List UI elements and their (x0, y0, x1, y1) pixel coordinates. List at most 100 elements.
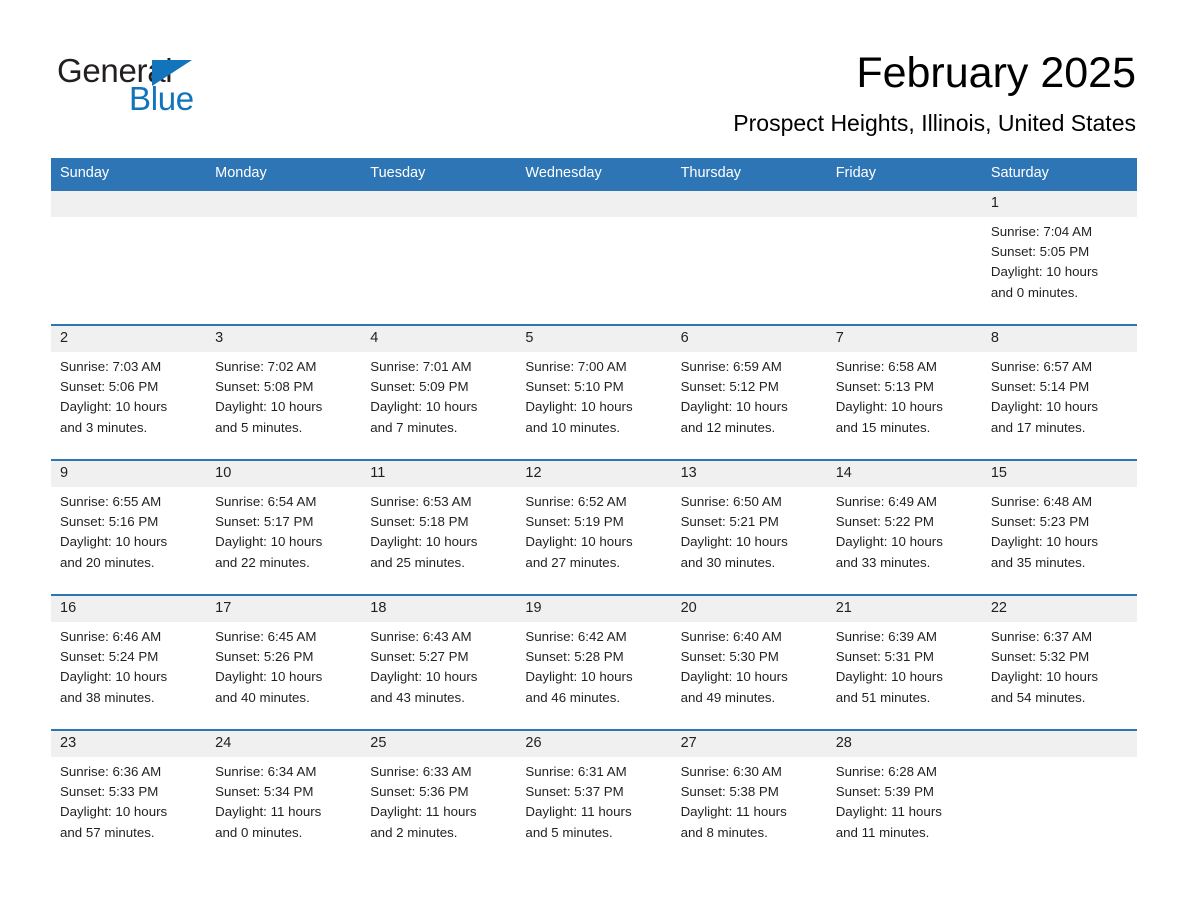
sunrise-time: Sunrise: 7:04 AM (990, 224, 1093, 239)
daylight-duration-line1: Daylight: 10 hours (680, 534, 788, 550)
calendar-day-cell[interactable]: 24 Sunrise: 6:34 AM Sunset: 5:34 PM Dayligh… (206, 729, 362, 864)
page-header: General Blue February 2025 Prospect Heig… (0, 0, 1188, 155)
day-number: 5 (516, 326, 672, 352)
day-info: Sunrise: 6:46 AM Sunset: 5:24 PM Daylight:… (51, 622, 206, 708)
calendar-day-cell[interactable]: 23 Sunrise: 6:36 AM Sunset: 5:33 PM Dayligh… (51, 729, 207, 864)
day-number: 13 (671, 461, 827, 487)
calendar-day-cell[interactable]: 14 Sunrise: 6:49 AM Sunset: 5:22 PM Dayligh… (826, 459, 982, 595)
calendar-day-cell[interactable]: 21 Sunrise: 6:39 AM Sunset: 5:31 PM Dayligh… (826, 594, 982, 730)
calendar-day-cell[interactable]: 5 Sunrise: 7:00 AM Sunset: 5:10 PM Daylight… (516, 324, 672, 460)
sunset-time: Sunset: 5:37 PM (525, 784, 624, 800)
calendar-day-cell[interactable]: 16 Sunrise: 6:46 AM Sunset: 5:24 PM Dayligh… (51, 594, 207, 730)
daylight-duration-line2: and 10 minutes. (525, 419, 621, 435)
daylight-duration-line1: Daylight: 10 hours (835, 534, 943, 550)
weekday-header-thursday: Thursday (671, 158, 827, 190)
calendar-week-row: 23 Sunrise: 6:36 AM Sunset: 5:33 PM Dayligh… (51, 729, 1137, 864)
daylight-duration-line2: and 33 minutes. (835, 554, 931, 570)
sunset-time: Sunset: 5:05 PM (990, 244, 1090, 260)
daylight-duration-line1: Daylight: 10 hours (370, 534, 478, 550)
sunset-time: Sunset: 5:39 PM (835, 784, 935, 800)
calendar-day-cell[interactable]: 8 Sunrise: 6:57 AM Sunset: 5:14 PM Daylight… (981, 324, 1137, 460)
day-number (671, 191, 827, 217)
weekday-header-row: Sunday Monday Tuesday Wednesday Thursday… (51, 158, 1137, 190)
calendar-day-cell[interactable]: 1 Sunrise: 7:04 AM Sunset: 5:05 PM Daylight… (981, 189, 1137, 325)
daylight-duration-line2: and 51 minutes. (835, 689, 931, 705)
sunrise-time: Sunrise: 6:39 AM (835, 629, 937, 644)
sunset-time: Sunset: 5:21 PM (680, 514, 779, 530)
daylight-duration-line1: Daylight: 10 hours (525, 534, 633, 550)
day-number: 27 (671, 731, 827, 757)
daylight-duration-line2: and 17 minutes. (990, 419, 1086, 435)
calendar-day-cell[interactable]: 4 Sunrise: 7:01 AM Sunset: 5:09 PM Daylight… (361, 324, 517, 460)
calendar-day-cell-empty (516, 189, 672, 325)
calendar-day-cell[interactable]: 12 Sunrise: 6:52 AM Sunset: 5:19 PM Dayligh… (516, 459, 672, 595)
day-number: 15 (981, 461, 1137, 487)
day-number: 16 (51, 596, 207, 622)
calendar-day-cell[interactable]: 2 Sunrise: 7:03 AM Sunset: 5:06 PM Daylight… (51, 324, 207, 460)
daylight-duration-line2: and 35 minutes. (990, 554, 1086, 570)
day-number: 8 (981, 326, 1137, 352)
calendar-day-cell[interactable]: 25 Sunrise: 6:33 AM Sunset: 5:36 PM Dayligh… (361, 729, 517, 864)
day-number: 3 (206, 326, 362, 352)
calendar-day-cell[interactable]: 7 Sunrise: 6:58 AM Sunset: 5:13 PM Daylight… (826, 324, 982, 460)
generalblue-logo[interactable]: General Blue (57, 52, 297, 122)
sunset-time: Sunset: 5:32 PM (990, 649, 1090, 665)
weekday-header-saturday: Saturday (981, 158, 1137, 190)
day-number: 20 (671, 596, 827, 622)
day-info: Sunrise: 7:02 AM Sunset: 5:08 PM Daylight:… (206, 352, 361, 438)
day-number (51, 191, 207, 217)
weekday-header-wednesday: Wednesday (516, 158, 672, 190)
day-number: 28 (826, 731, 982, 757)
daylight-duration-line1: Daylight: 10 hours (60, 534, 168, 550)
sunrise-time: Sunrise: 6:59 AM (680, 359, 782, 374)
daylight-duration-line1: Daylight: 10 hours (990, 534, 1099, 550)
daylight-duration-line1: Daylight: 11 hours (680, 804, 787, 820)
sunset-time: Sunset: 5:13 PM (835, 379, 935, 395)
daylight-duration-line2: and 12 minutes. (680, 419, 776, 435)
page-title: February 2025 (856, 49, 1136, 97)
calendar-day-cell[interactable]: 19 Sunrise: 6:42 AM Sunset: 5:28 PM Dayligh… (516, 594, 672, 730)
daylight-duration-line1: Daylight: 10 hours (60, 804, 168, 820)
day-number: 22 (981, 596, 1137, 622)
calendar-day-cell[interactable]: 15 Sunrise: 6:48 AM Sunset: 5:23 PM Dayligh… (981, 459, 1137, 595)
day-number: 26 (516, 731, 672, 757)
sunrise-time: Sunrise: 6:31 AM (525, 764, 627, 779)
calendar-day-cell[interactable]: 20 Sunrise: 6:40 AM Sunset: 5:30 PM Dayligh… (671, 594, 827, 730)
daylight-duration-line2: and 27 minutes. (525, 554, 621, 570)
calendar-day-cell[interactable]: 22 Sunrise: 6:37 AM Sunset: 5:32 PM Dayligh… (981, 594, 1137, 730)
calendar-day-cell[interactable]: 17 Sunrise: 6:45 AM Sunset: 5:26 PM Dayligh… (206, 594, 362, 730)
calendar-day-cell-empty (51, 189, 207, 325)
day-number: 19 (516, 596, 672, 622)
daylight-duration-line2: and 5 minutes. (525, 824, 613, 840)
daylight-duration-line2: and 0 minutes. (990, 284, 1079, 300)
day-info: Sunrise: 6:28 AM Sunset: 5:39 PM Daylight:… (827, 757, 982, 843)
logo-text-blue: Blue (129, 80, 194, 117)
day-info: Sunrise: 6:42 AM Sunset: 5:28 PM Daylight:… (516, 622, 671, 708)
day-number: 25 (361, 731, 517, 757)
location-subtitle: Prospect Heights, Illinois, United State… (733, 110, 1136, 136)
calendar-day-cell[interactable]: 28 Sunrise: 6:28 AM Sunset: 5:39 PM Dayligh… (826, 729, 982, 864)
calendar-day-cell[interactable]: 27 Sunrise: 6:30 AM Sunset: 5:38 PM Dayligh… (671, 729, 827, 864)
calendar-day-cell[interactable]: 6 Sunrise: 6:59 AM Sunset: 5:12 PM Daylight… (671, 324, 827, 460)
calendar-day-cell[interactable]: 3 Sunrise: 7:02 AM Sunset: 5:08 PM Daylight… (206, 324, 362, 460)
daylight-duration-line1: Daylight: 10 hours (60, 399, 168, 415)
day-number: 9 (51, 461, 207, 487)
day-number: 14 (826, 461, 982, 487)
daylight-duration-line2: and 22 minutes. (215, 554, 310, 570)
calendar-day-cell[interactable]: 13 Sunrise: 6:50 AM Sunset: 5:21 PM Dayligh… (671, 459, 827, 595)
calendar-body: 1 Sunrise: 7:04 AM Sunset: 5:05 PM Daylight… (51, 189, 1137, 864)
weekday-header-sunday: Sunday (51, 158, 207, 190)
daylight-duration-line1: Daylight: 10 hours (835, 669, 943, 685)
calendar-day-cell-empty (981, 729, 1137, 864)
calendar-day-cell[interactable]: 11 Sunrise: 6:53 AM Sunset: 5:18 PM Dayligh… (361, 459, 517, 595)
calendar-day-cell[interactable]: 26 Sunrise: 6:31 AM Sunset: 5:37 PM Dayligh… (516, 729, 672, 864)
sunrise-time: Sunrise: 6:30 AM (680, 764, 782, 779)
day-number: 21 (826, 596, 982, 622)
calendar-day-cell[interactable]: 9 Sunrise: 6:55 AM Sunset: 5:16 PM Daylight… (51, 459, 207, 595)
day-info: Sunrise: 6:31 AM Sunset: 5:37 PM Daylight:… (516, 757, 671, 843)
calendar-day-cell[interactable]: 18 Sunrise: 6:43 AM Sunset: 5:27 PM Dayligh… (361, 594, 517, 730)
calendar-day-cell[interactable]: 10 Sunrise: 6:54 AM Sunset: 5:17 PM Dayligh… (206, 459, 362, 595)
daylight-duration-line2: and 20 minutes. (60, 554, 155, 570)
daylight-duration-line1: Daylight: 11 hours (370, 804, 477, 820)
sunrise-time: Sunrise: 6:36 AM (60, 764, 162, 779)
